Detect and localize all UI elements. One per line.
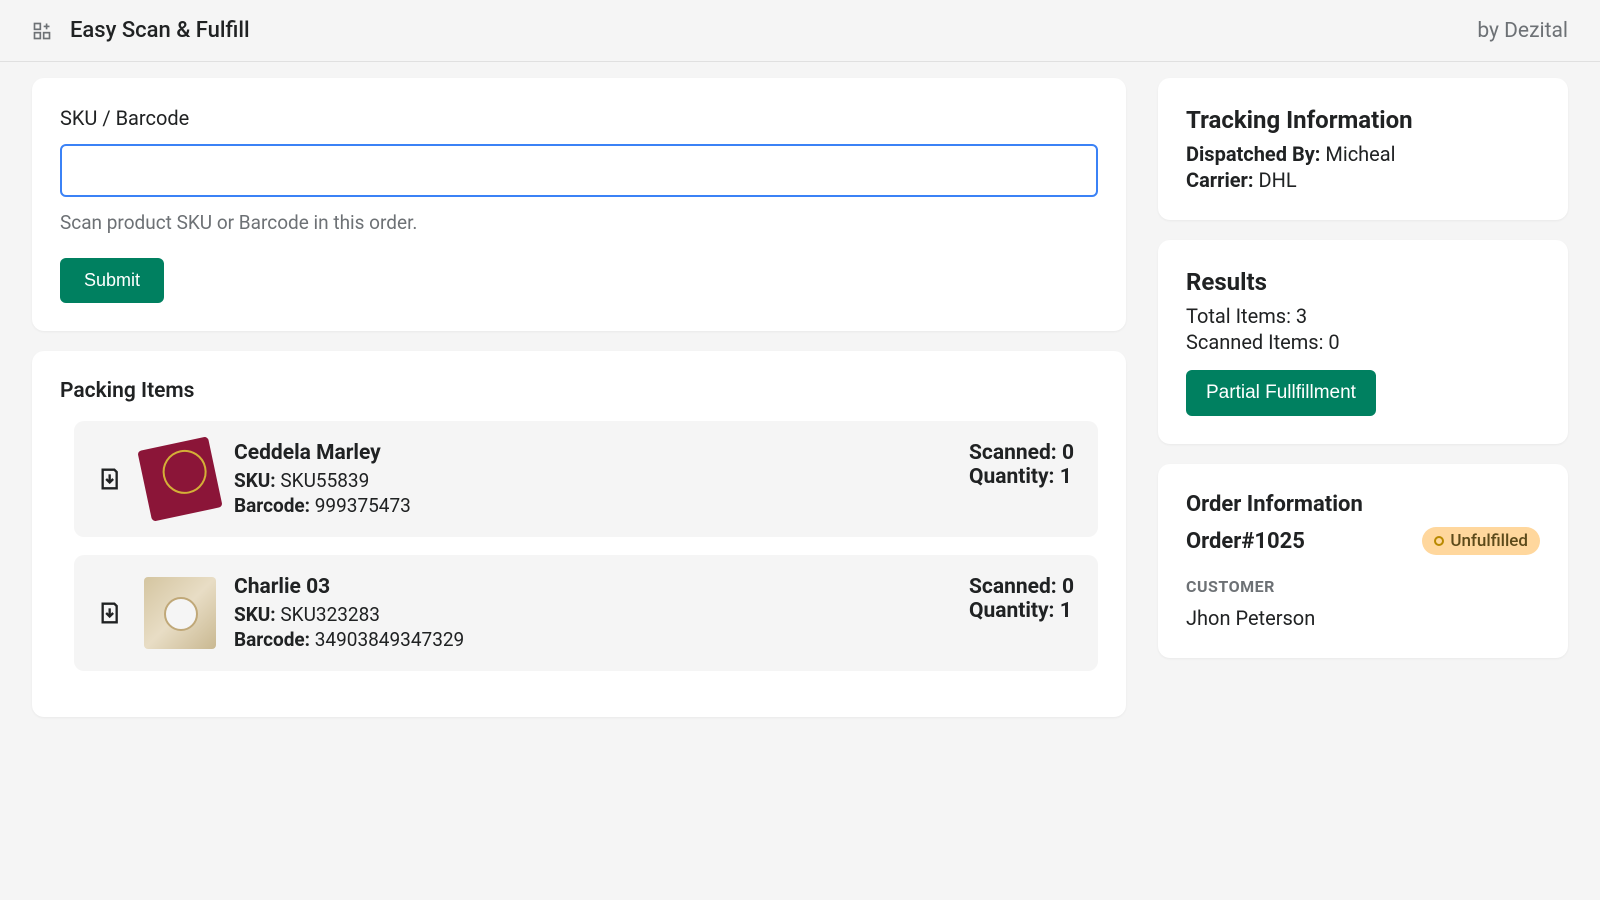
product-name: Charlie 03	[234, 575, 951, 599]
partial-fulfillment-button[interactable]: Partial Fullfillment	[1186, 370, 1376, 416]
product-stats: Scanned: 0 Quantity: 1	[969, 575, 1074, 623]
tracking-card: Tracking Information Dispatched By: Mich…	[1158, 78, 1568, 220]
download-icon[interactable]	[98, 599, 126, 627]
sku-label: SKU / Barcode	[60, 106, 1098, 130]
product-name: Ceddela Marley	[234, 441, 951, 465]
download-icon[interactable]	[98, 465, 126, 493]
packing-card: Packing Items Ceddela Marley SKU: SKU558…	[32, 351, 1126, 717]
sku-input[interactable]	[60, 144, 1098, 197]
customer-label: CUSTOMER	[1186, 577, 1540, 596]
sku-hint: Scan product SKU or Barcode in this orde…	[60, 211, 1098, 234]
scan-card: SKU / Barcode Scan product SKU or Barcod…	[32, 78, 1126, 331]
scanned-items: Scanned Items: 0	[1186, 330, 1540, 354]
product-thumbnail	[137, 436, 222, 521]
packing-item: Ceddela Marley SKU: SKU55839 Barcode: 99…	[74, 421, 1098, 537]
results-card: Results Total Items: 3 Scanned Items: 0 …	[1158, 240, 1568, 444]
vendor-text: by Dezital	[1477, 19, 1568, 43]
customer-name: Jhon Peterson	[1186, 606, 1540, 630]
product-barcode: Barcode: 34903849347329	[234, 628, 951, 651]
product-stats: Scanned: 0 Quantity: 1	[969, 441, 1074, 489]
product-sku: SKU: SKU55839	[234, 469, 951, 492]
dispatched-by: Dispatched By: Micheal	[1186, 142, 1540, 166]
app-header: Easy Scan & Fulfill by Dezital	[0, 0, 1600, 62]
order-card: Order Information Order#1025 Unfulfilled…	[1158, 464, 1568, 658]
app-title: Easy Scan & Fulfill	[70, 18, 250, 43]
results-title: Results	[1186, 268, 1540, 296]
product-sku: SKU: SKU323283	[234, 603, 951, 626]
packing-item: Charlie 03 SKU: SKU323283 Barcode: 34903…	[74, 555, 1098, 671]
product-barcode: Barcode: 999375473	[234, 494, 951, 517]
carrier: Carrier: DHL	[1186, 168, 1540, 192]
status-badge: Unfulfilled	[1422, 527, 1540, 555]
submit-button[interactable]: Submit	[60, 258, 164, 303]
status-dot-icon	[1434, 536, 1444, 546]
product-thumbnail	[144, 577, 216, 649]
packing-title: Packing Items	[60, 379, 1098, 403]
total-items: Total Items: 3	[1186, 304, 1540, 328]
order-number: Order#1025	[1186, 529, 1305, 554]
tracking-title: Tracking Information	[1186, 106, 1540, 134]
app-grid-icon	[32, 21, 52, 41]
order-info-title: Order Information	[1186, 492, 1540, 517]
